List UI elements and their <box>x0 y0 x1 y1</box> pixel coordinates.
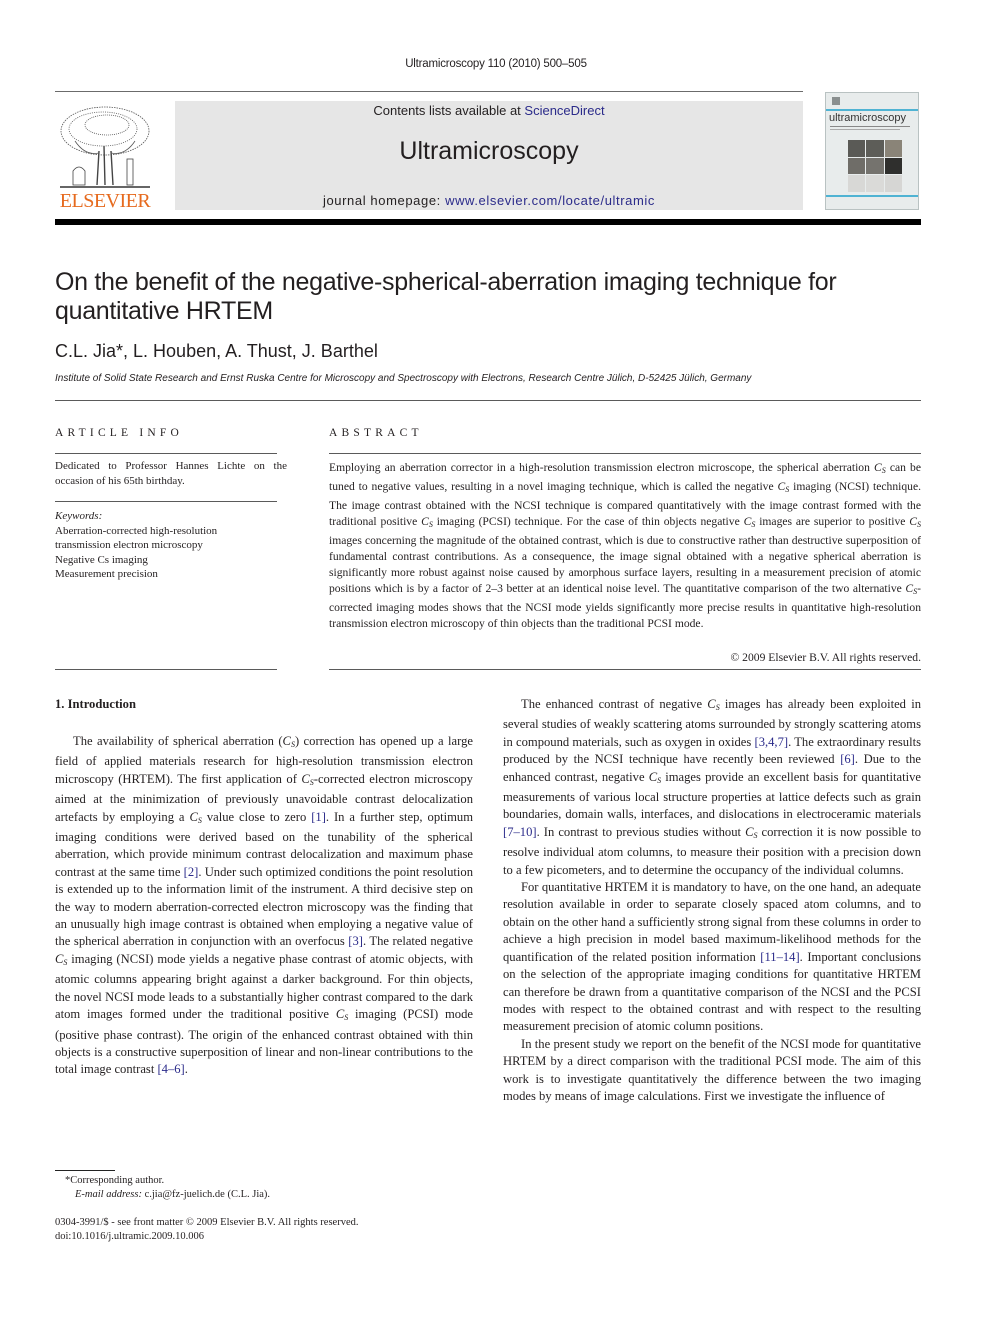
intro-paragraph-1: The availability of spherical aberration… <box>55 734 474 1077</box>
abstract-label: ABSTRACT <box>329 427 423 439</box>
article-info-rule <box>55 453 277 454</box>
homepage-line: journal homepage: www.elsevier.com/locat… <box>175 193 803 208</box>
cs-symbol: CS <box>707 697 720 712</box>
cs-symbol: CS <box>909 515 921 529</box>
cs-symbol: CS <box>282 734 295 749</box>
front-matter-line: 0304-3991/$ - see front matter © 2009 El… <box>55 1217 359 1228</box>
contents-prefix: Contents lists available at <box>373 103 525 118</box>
keywords-label: Keywords: <box>55 510 103 522</box>
cs-symbol: CS <box>777 480 790 494</box>
keyword-item: Measurement precision <box>55 568 158 580</box>
cover-subtitle-line <box>830 126 910 127</box>
abstract-bottom-rule <box>329 669 921 670</box>
cs-symbol: CS <box>905 582 918 596</box>
footnote-rule <box>55 1170 115 1171</box>
header-top-rule <box>55 91 803 92</box>
journal-cover-thumbnail: ultramicroscopy <box>825 92 919 210</box>
section-heading-introduction: 1. Introduction <box>55 697 136 711</box>
keywords-rule <box>55 501 277 502</box>
cs-symbol: CS <box>648 769 662 785</box>
abstract-text-run: images concerning the magnitude of the o… <box>329 534 921 595</box>
keyword-item: Negative Cs imaging <box>55 553 148 566</box>
front-matter-block: 0304-3991/$ - see front matter © 2009 El… <box>55 1216 358 1244</box>
doi-line[interactable]: doi:10.1016/j.ultramic.2009.10.006 <box>55 1230 358 1244</box>
title-line-1: On the benefit of the negative-spherical… <box>55 268 837 296</box>
elsevier-wordmark: ELSEVIER <box>59 190 151 212</box>
cover-image-grid <box>848 140 902 192</box>
citation-link[interactable]: [2] <box>184 865 199 879</box>
keywords-block: Keywords: Aberration-corrected high-reso… <box>55 509 287 582</box>
journal-name: Ultramicroscopy <box>399 137 579 165</box>
intro-right-column: The enhanced contrast of negative CS ima… <box>503 696 921 1105</box>
email-value[interactable]: c.jia@fz-juelich.de (C.L. Jia). <box>142 1189 270 1200</box>
intro-paragraph-4: In the present study we report on the be… <box>503 1036 921 1103</box>
affiliation: Institute of Solid State Research and Er… <box>55 373 752 384</box>
corresponding-author-note: *Corresponding author. E-mail address: c… <box>65 1174 270 1202</box>
running-head: Ultramicroscopy 110 (2010) 500–505 <box>405 58 587 70</box>
cover-stripe-bottom <box>826 195 918 197</box>
cs-symbol: CS <box>874 461 886 475</box>
abstract-rule <box>329 453 921 454</box>
article-info-bottom-rule <box>55 669 277 670</box>
cs-symbol: CS <box>745 824 758 840</box>
abstract-text-run: Employing an aberration corrector in a h… <box>329 461 874 474</box>
journal-banner: Contents lists available at ScienceDirec… <box>175 101 803 210</box>
abstract-copyright: © 2009 Elsevier B.V. All rights reserved… <box>730 651 921 664</box>
citation-link[interactable]: [3,4,7] <box>755 735 789 749</box>
sciencedirect-link[interactable]: ScienceDirect <box>524 103 604 118</box>
citation-link[interactable]: [11–14] <box>760 950 799 964</box>
citation-link[interactable]: [3] <box>348 934 363 948</box>
title-line-2: quantitative HRTEM <box>55 297 273 325</box>
abstract-body: Employing an aberration corrector in a h… <box>329 460 921 632</box>
citation-link[interactable]: [4–6] <box>157 1062 184 1076</box>
title-divider <box>55 400 921 401</box>
intro-paragraph-2: The enhanced contrast of negative CS ima… <box>503 697 922 877</box>
homepage-prefix: journal homepage: <box>322 193 446 208</box>
cs-symbol: CS <box>55 951 68 967</box>
cover-subtitle-line <box>830 129 900 130</box>
email-line: E-mail address: c.jia@fz-juelich.de (C.L… <box>65 1188 270 1202</box>
author-list: C.L. Jia*, L. Houben, A. Thust, J. Barth… <box>55 341 378 361</box>
abstract-text-run: imaging (PCSI) technique. For the case o… <box>432 515 744 528</box>
cs-symbol: CS <box>421 515 433 529</box>
citation-link[interactable]: [7–10] <box>503 825 537 839</box>
citation-link[interactable]: [6] <box>840 752 855 766</box>
keyword-item: Aberration-corrected high-resolution tra… <box>55 524 218 552</box>
cover-stripe-top <box>826 109 918 111</box>
article-title: On the benefit of the negative-spherical… <box>55 268 935 326</box>
intro-left-column: The availability of spherical aberration… <box>55 733 473 1079</box>
cs-symbol: CS <box>743 515 756 529</box>
cover-title: ultramicroscopy <box>829 112 907 124</box>
cs-symbol: CS <box>189 809 202 825</box>
dedication: Dedicated to Professor Hannes Lichte on … <box>55 460 287 487</box>
header-thick-rule <box>55 219 921 225</box>
abstract-text-run: images are superior to positive <box>755 515 910 528</box>
cover-publisher-icon <box>832 97 840 105</box>
email-label: E-mail address: <box>75 1189 142 1200</box>
cs-symbol: CS <box>335 1007 349 1023</box>
citation-link[interactable]: [1] <box>311 810 326 824</box>
contents-line: Contents lists available at ScienceDirec… <box>175 103 803 118</box>
homepage-link[interactable]: www.elsevier.com/locate/ultramic <box>445 193 655 208</box>
cs-symbol: CS <box>301 771 314 787</box>
corresponding-author-label: *Corresponding author. <box>65 1175 165 1186</box>
article-info-label: ARTICLE INFO <box>55 427 183 439</box>
intro-paragraph-3: For quantitative HRTEM it is mandatory t… <box>503 880 921 1034</box>
